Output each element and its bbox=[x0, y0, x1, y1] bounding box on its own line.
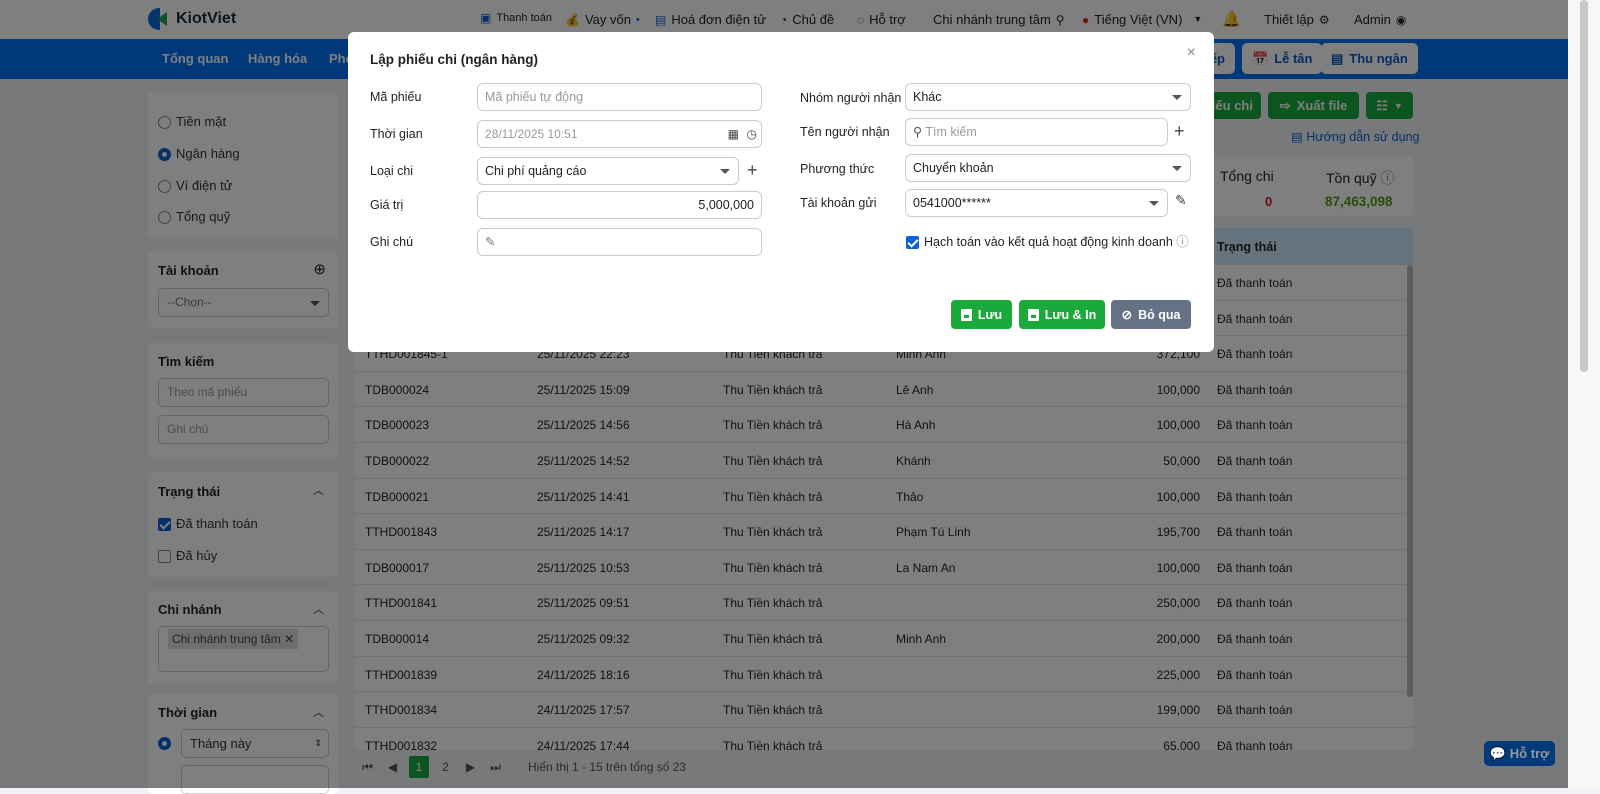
recipient-group-value: Khác bbox=[913, 90, 942, 104]
accounting-label: Hạch toán vào kết quả hoạt động kinh doa… bbox=[924, 235, 1173, 249]
method-value: Chuyển khoản bbox=[913, 161, 994, 175]
note-label: Ghi chú bbox=[370, 235, 414, 249]
time-input[interactable]: 28/11/2025 10:51 ▦ ◷ bbox=[477, 120, 762, 148]
caret-down-icon bbox=[1172, 166, 1182, 171]
caret-down-icon bbox=[720, 169, 730, 174]
accounting-checkbox[interactable]: Hạch toán vào kết quả hoạt động kinh doa… bbox=[906, 231, 1189, 250]
account-value: 0541000****** bbox=[913, 196, 991, 210]
expense-voucher-dialog: Lập phiếu chi (ngân hàng) × Mã phiếu Mã … bbox=[348, 32, 1214, 352]
type-select[interactable]: Chi phí quảng cáo bbox=[477, 157, 739, 185]
recipient-group-select[interactable]: Khác bbox=[905, 83, 1191, 111]
account-label: Tài khoản gửi bbox=[800, 196, 877, 210]
close-icon[interactable]: × bbox=[1187, 44, 1196, 62]
chat-bubble-icon: 💬 bbox=[1489, 745, 1506, 761]
code-input[interactable]: Mã phiếu tự động bbox=[477, 83, 762, 111]
save-print-label: Lưu & In bbox=[1044, 307, 1097, 322]
calendar-icon[interactable]: ▦ bbox=[728, 121, 739, 147]
save-icon bbox=[1027, 308, 1039, 321]
add-type-icon[interactable]: + bbox=[747, 161, 758, 179]
recipient-group-label: Nhóm người nhận bbox=[800, 91, 902, 105]
caret-down-icon bbox=[1149, 201, 1159, 206]
save-label: Lưu bbox=[977, 307, 1003, 322]
cancel-button[interactable]: ⊘ Bỏ qua bbox=[1111, 300, 1191, 329]
method-label: Phương thức bbox=[800, 162, 875, 176]
amount-label: Giá trị bbox=[370, 198, 404, 212]
clock-icon[interactable]: ◷ bbox=[747, 121, 757, 147]
recipient-placeholder: Tìm kiếm bbox=[925, 125, 977, 139]
checkbox-checked-icon bbox=[906, 236, 919, 250]
type-label: Loại chi bbox=[370, 164, 414, 178]
cancel-label: Bỏ qua bbox=[1138, 307, 1181, 322]
recipient-search-input[interactable]: ⚲ Tìm kiếm bbox=[905, 118, 1168, 146]
recipient-label: Tên người nhận bbox=[800, 125, 890, 139]
info-icon[interactable]: ⓘ bbox=[1176, 235, 1189, 249]
help-button[interactable]: 💬 Hỗ trợ bbox=[1484, 741, 1555, 766]
type-value: Chi phí quảng cáo bbox=[485, 164, 587, 178]
pencil-edit-icon[interactable]: ✎ bbox=[1175, 193, 1187, 207]
note-input[interactable]: ✎ bbox=[477, 228, 762, 256]
caret-down-icon bbox=[1172, 95, 1182, 100]
time-value: 28/11/2025 10:51 bbox=[485, 127, 578, 141]
amount-input[interactable]: 5,000,000 bbox=[477, 191, 762, 219]
time-label: Thời gian bbox=[370, 127, 423, 141]
save-icon bbox=[960, 308, 972, 321]
code-label: Mã phiếu bbox=[370, 90, 422, 104]
dialog-title: Lập phiếu chi (ngân hàng) bbox=[370, 52, 538, 67]
pencil-icon: ✎ bbox=[485, 235, 496, 249]
save-button[interactable]: Lưu bbox=[951, 300, 1012, 329]
page-scrollbar-thumb[interactable] bbox=[1580, 0, 1588, 372]
account-select[interactable]: 0541000****** bbox=[905, 189, 1168, 217]
page-scrollbar[interactable] bbox=[1568, 0, 1600, 788]
method-select[interactable]: Chuyển khoản bbox=[905, 154, 1191, 182]
search-icon: ⚲ bbox=[913, 125, 923, 139]
save-print-button[interactable]: Lưu & In bbox=[1019, 300, 1105, 329]
add-recipient-icon[interactable]: + bbox=[1174, 122, 1185, 140]
ban-icon: ⊘ bbox=[1121, 308, 1133, 322]
help-label: Hỗ trợ bbox=[1509, 746, 1550, 761]
